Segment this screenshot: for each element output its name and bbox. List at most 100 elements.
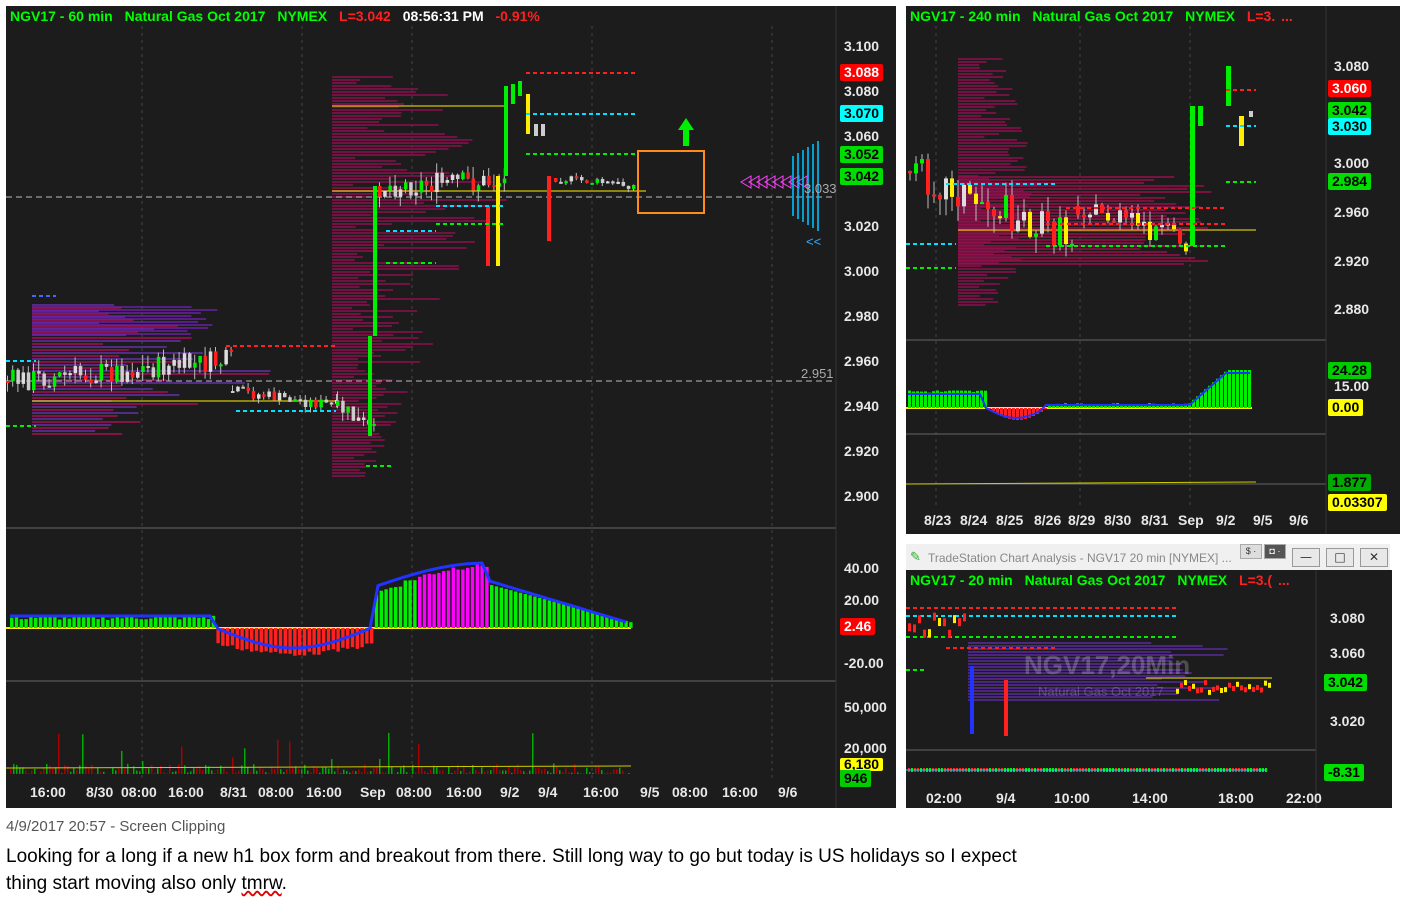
time-axis-label: Sep: [360, 784, 386, 800]
price-axis-label: 3.100: [844, 38, 880, 54]
time-axis-label: 08:00: [396, 784, 432, 800]
exchange-label: NYMEX: [1185, 8, 1235, 24]
time-axis-label: 8/31: [220, 784, 248, 800]
back-arrow-label: <<: [806, 234, 822, 249]
time-axis-label: 08:00: [672, 784, 708, 800]
time-axis-label: 8/24: [960, 512, 988, 528]
time-axis-label: 16:00: [722, 784, 758, 800]
time-axis-label: Sep: [1178, 512, 1204, 528]
minimize-button[interactable]: —: [1292, 548, 1320, 567]
ellipsis: ...: [1278, 572, 1290, 588]
misspelled-word: tmrw: [241, 873, 282, 894]
price-tag-last: 3.042: [840, 168, 884, 185]
price-tag-green: 3.052: [840, 146, 884, 163]
window-titlebar[interactable]: ✎ TradeStation Chart Analysis - NGV17 20…: [906, 544, 1390, 570]
price-axis-label: 2.940: [844, 398, 880, 414]
instrument-name: Natural Gas Oct 2017: [1032, 8, 1174, 24]
price-axis-label: 3.080: [844, 83, 880, 99]
time-axis-label: 9/5: [1253, 512, 1273, 528]
close-button[interactable]: ✕: [1360, 548, 1388, 567]
last-price: L=3.042: [339, 8, 391, 24]
percent-change: -0.91%: [495, 8, 540, 24]
price-axis-label: 2.920: [1334, 253, 1370, 269]
time-axis-label: 08:00: [121, 784, 157, 800]
chart-20min-panel[interactable]: NGV17 - 20 min Natural Gas Oct 2017 NYME…: [906, 570, 1392, 808]
price-axis-label: 3.060: [844, 128, 880, 144]
price-axis-label: 2.960: [844, 353, 880, 369]
dollar-icon[interactable]: $ ·: [1240, 544, 1262, 559]
watermark-symbol: NGV17,20Min: [1024, 650, 1191, 680]
time-axis-label: 9/6: [1289, 512, 1309, 528]
time-axis-label: 18:00: [1218, 790, 1254, 806]
clock-time: 08:56:31 PM: [402, 8, 484, 24]
price-axis-label: 2.920: [844, 443, 880, 459]
watermark-name: Natural Gas Oct 2017: [1038, 684, 1164, 699]
time-axis-label: 22:00: [1286, 790, 1322, 806]
time-axis-label: 9/5: [640, 784, 660, 800]
time-axis-label: 16:00: [30, 784, 66, 800]
price-axis-label: 3.020: [844, 218, 880, 234]
instrument-name: Natural Gas Oct 2017: [124, 8, 266, 24]
settings-icon[interactable]: ◘ ·: [1264, 544, 1286, 559]
time-axis-label: 8/30: [1104, 512, 1132, 528]
tradestation-logo-icon: ✎: [910, 549, 921, 564]
chart-60min-canvas[interactable]: [6, 6, 896, 808]
time-axis-label: 8/26: [1034, 512, 1062, 528]
price-tag-last: 3.042: [1324, 674, 1368, 691]
time-axis-label: 9/4: [996, 790, 1016, 806]
time-axis-label: 10:00: [1054, 790, 1090, 806]
volume-tag-green: 1.877: [1328, 474, 1372, 491]
price-axis-label: 3.000: [844, 263, 880, 279]
time-axis-label: 16:00: [446, 784, 482, 800]
time-axis-label: 9/2: [1216, 512, 1236, 528]
price-axis-label: 2.960: [1334, 204, 1370, 220]
chart-60min-panel[interactable]: NGV17 - 60 min Natural Gas Oct 2017 NYME…: [6, 6, 896, 808]
chart-240min-panel[interactable]: NGV17 - 240 min Natural Gas Oct 2017 NYM…: [906, 6, 1400, 534]
time-axis-label: 8/23: [924, 512, 952, 528]
instrument-name: Natural Gas Oct 2017: [1024, 572, 1166, 588]
osc-zero-tag: 0.00: [1328, 399, 1364, 416]
price-tag-red: 3.088: [840, 64, 884, 81]
window-title: TradeStation Chart Analysis - NGV17 20 m…: [928, 551, 1232, 565]
osc-value-tag: 24.28: [1328, 362, 1372, 379]
symbol-label: NGV17 - 20 min: [910, 572, 1013, 588]
chart-header: NGV17 - 240 min Natural Gas Oct 2017 NYM…: [910, 8, 1301, 24]
symbol-label: NGV17 - 60 min: [10, 8, 113, 24]
time-axis-label: 9/2: [500, 784, 520, 800]
note-text: thing start moving also only: [6, 873, 242, 894]
maximize-button[interactable]: □: [1326, 548, 1354, 567]
price-axis-label: 2.980: [844, 308, 880, 324]
time-axis-label: 8/31: [1141, 512, 1169, 528]
volume-tag-green: 946: [840, 770, 872, 787]
price-tag-last: 3.042: [1328, 102, 1372, 119]
time-axis-label: 16:00: [168, 784, 204, 800]
last-price: L=3.(: [1239, 572, 1273, 588]
time-axis-label: 8/30: [86, 784, 114, 800]
symbol-label: NGV17 - 240 min: [910, 8, 1021, 24]
ellipsis: ...: [1281, 8, 1293, 24]
last-price: L=3.: [1246, 8, 1276, 24]
note-line: thing start moving also only tmrw.: [6, 870, 1106, 897]
price-tag-cyan: 3.070: [840, 105, 884, 122]
ref-line-label: 2.951: [801, 366, 834, 381]
time-axis-label: 16:00: [306, 784, 342, 800]
chart-240min-canvas[interactable]: [906, 6, 1400, 534]
exchange-label: NYMEX: [1177, 572, 1228, 588]
exchange-label: NYMEX: [277, 8, 328, 24]
volume-axis-label: 50,000: [844, 699, 887, 715]
chart-header: NGV17 - 20 min Natural Gas Oct 2017 NYME…: [910, 572, 1298, 588]
note-text: .: [281, 873, 287, 894]
time-axis-label: 16:00: [583, 784, 619, 800]
price-axis-label: 2.880: [1334, 301, 1370, 317]
price-tag-cyan: 3.030: [1328, 118, 1372, 135]
price-axis-label: 3.080: [1334, 58, 1370, 74]
price-tag-red: 3.060: [1328, 80, 1372, 97]
time-axis-label: 14:00: [1132, 790, 1168, 806]
osc-value-tag: -8.31: [1324, 764, 1364, 781]
price-axis-label: 3.020: [1330, 713, 1366, 729]
osc-axis-label: 20.00: [844, 592, 880, 608]
volume-tag-yellow: 0.03307: [1328, 494, 1387, 511]
price-tag-green: 2.984: [1328, 173, 1372, 190]
time-axis-label: 9/6: [778, 784, 798, 800]
time-axis-label: 02:00: [926, 790, 962, 806]
